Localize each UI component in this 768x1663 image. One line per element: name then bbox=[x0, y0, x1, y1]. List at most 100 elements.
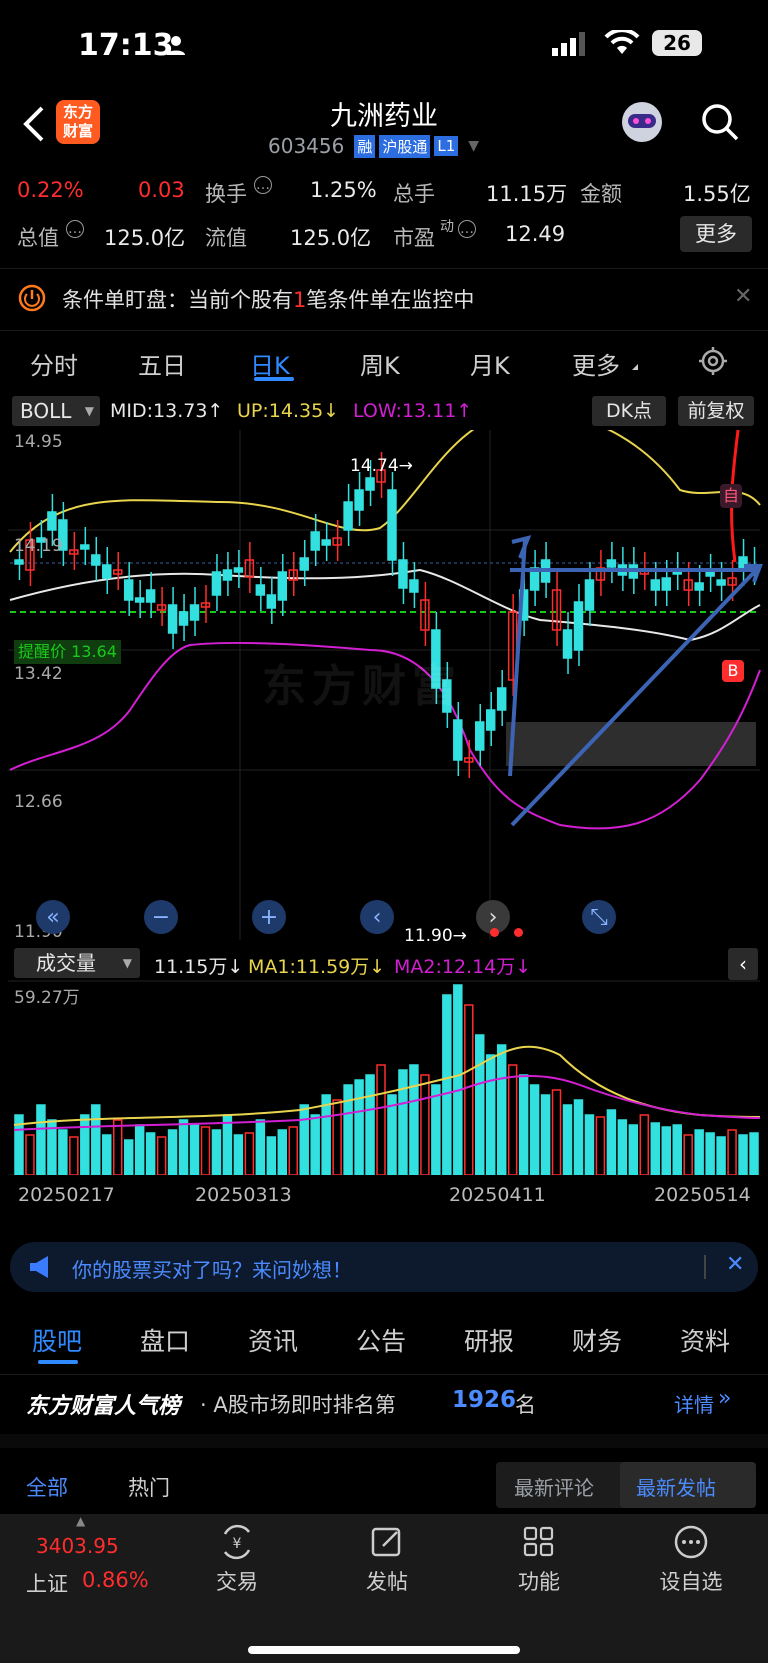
candle-body bbox=[255, 584, 266, 596]
dk-point-button[interactable]: DK点 bbox=[592, 396, 666, 426]
tab-financials[interactable]: 财务 bbox=[572, 1322, 622, 1358]
fullscreen-icon[interactable]: ⤡ bbox=[582, 900, 616, 934]
volume-bar bbox=[288, 1126, 298, 1175]
index-change: 0.86% bbox=[82, 1568, 149, 1592]
volume-bar bbox=[507, 1064, 518, 1175]
volume-bar bbox=[442, 994, 452, 1175]
volume-bar bbox=[145, 1132, 156, 1175]
tab-more[interactable]: 更多 bbox=[572, 346, 620, 381]
tab-weekly-k[interactable]: 周K bbox=[360, 346, 400, 381]
scroll-left-fast-icon[interactable]: « bbox=[36, 900, 70, 934]
candle-body bbox=[145, 589, 156, 603]
double-chevron-right-icon: » bbox=[718, 1386, 732, 1411]
info-icon[interactable]: … bbox=[254, 176, 272, 194]
dropdown-icon: ▼ bbox=[122, 956, 132, 970]
indicator-name: BOLL bbox=[20, 399, 72, 423]
promo-banner[interactable]: 你的股票买对了吗？来问妙想！ ✕ bbox=[10, 1242, 758, 1292]
info-icon[interactable]: … bbox=[458, 220, 476, 238]
tab-intraday[interactable]: 分时 bbox=[30, 346, 78, 381]
reminder-price-tag[interactable]: 提醒价 13.64 bbox=[14, 640, 121, 664]
volume-bar bbox=[376, 1064, 386, 1175]
volume-bar bbox=[464, 1004, 474, 1175]
scroll-left-icon[interactable]: ‹ bbox=[360, 900, 394, 934]
date-axis-label: 20250514 bbox=[654, 1184, 751, 1206]
zoom-out-icon[interactable]: − bbox=[144, 900, 178, 934]
alert-count: 1 bbox=[293, 288, 307, 312]
stock-code-row[interactable]: 603456 融 沪股通 L1 ▼ bbox=[268, 134, 479, 158]
volume-bar bbox=[354, 1079, 364, 1175]
volume-bar bbox=[222, 1114, 233, 1175]
tab-research[interactable]: 研报 bbox=[464, 1322, 514, 1358]
adjust-button[interactable]: 前复权 bbox=[678, 396, 754, 426]
tab-order-book[interactable]: 盘口 bbox=[140, 1322, 190, 1358]
search-icon[interactable] bbox=[700, 102, 740, 142]
index-value[interactable]: 3403.95 bbox=[36, 1534, 119, 1558]
tab-profile[interactable]: 资料 bbox=[680, 1322, 730, 1358]
tab-forum[interactable]: 股吧 bbox=[32, 1322, 82, 1358]
float-label: 流值 bbox=[205, 226, 247, 250]
volume-label: 总手 bbox=[393, 182, 435, 206]
volume-bar bbox=[25, 1134, 35, 1175]
filter-hot[interactable]: 热门 bbox=[128, 1472, 170, 1502]
nav-functions-label: 功能 bbox=[518, 1570, 560, 1594]
ranking-detail-link[interactable]: 详情 bbox=[674, 1389, 714, 1418]
tab-daily-k[interactable]: 日K bbox=[250, 346, 290, 381]
price-zone bbox=[506, 722, 756, 766]
page-dot bbox=[490, 928, 499, 937]
close-icon[interactable]: ✕ bbox=[726, 1252, 744, 1277]
zoom-in-icon[interactable]: + bbox=[252, 900, 286, 934]
connect-tag: 沪股通 bbox=[379, 134, 431, 158]
candle-body bbox=[102, 564, 112, 579]
close-icon[interactable]: ✕ bbox=[734, 284, 752, 309]
divider bbox=[704, 1255, 706, 1279]
volume-bar bbox=[398, 1069, 408, 1175]
volume-bar bbox=[277, 1129, 288, 1175]
ranking-brand: 东方财富人气榜 bbox=[26, 1394, 181, 1419]
popularity-ranking[interactable]: 东方财富人气榜 · A股市场即时排名第 1926 名 详情 » bbox=[0, 1380, 768, 1424]
volume-selector[interactable]: 成交量 ▼ bbox=[14, 948, 140, 978]
nav-trade[interactable]: ¥ 交易 bbox=[182, 1524, 292, 1596]
indicator-selector[interactable]: BOLL ▼ bbox=[12, 396, 100, 426]
filter-all[interactable]: 全部 bbox=[26, 1472, 68, 1502]
date-axis-label: 20250217 bbox=[18, 1184, 115, 1206]
volume-chart[interactable] bbox=[0, 975, 768, 1175]
status-bar: 17:13 26 bbox=[0, 0, 768, 90]
nav-functions[interactable]: 功能 bbox=[484, 1524, 594, 1596]
nav-post-label: 发帖 bbox=[366, 1570, 408, 1594]
settings-icon[interactable] bbox=[698, 346, 728, 376]
candle-body bbox=[365, 477, 375, 491]
info-icon[interactable]: … bbox=[66, 220, 84, 238]
more-button[interactable]: 更多 bbox=[680, 216, 752, 252]
nav-post[interactable]: 发帖 bbox=[332, 1524, 442, 1596]
volume-bar bbox=[727, 1129, 737, 1175]
candle-body bbox=[453, 719, 463, 761]
date-axis-label: 20250313 bbox=[195, 1184, 292, 1206]
change-amount: 0.03 bbox=[138, 178, 185, 202]
sort-latest-post[interactable]: 最新发帖 bbox=[636, 1472, 716, 1501]
volume-bar bbox=[496, 1044, 507, 1175]
volume-bar bbox=[58, 1129, 68, 1175]
volume-bar bbox=[475, 1034, 485, 1175]
boll-mid-band bbox=[9, 568, 761, 642]
tab-announcements[interactable]: 公告 bbox=[356, 1322, 406, 1358]
candle-body bbox=[354, 489, 364, 511]
boll-up-band bbox=[9, 430, 761, 553]
tab-news[interactable]: 资讯 bbox=[248, 1322, 298, 1358]
buy-badge[interactable]: B bbox=[722, 660, 744, 682]
tab-five-day[interactable]: 五日 bbox=[138, 346, 186, 381]
person-icon bbox=[167, 36, 185, 55]
volume-bar bbox=[102, 1134, 112, 1175]
change-percent: 0.22% bbox=[17, 178, 84, 202]
volume-bar bbox=[562, 1104, 573, 1175]
condition-order-alert[interactable]: 条件单盯盘：当前个股有1笔条件单在监控中 ✕ bbox=[0, 278, 768, 318]
volume-bar bbox=[244, 1132, 255, 1175]
tab-monthly-k[interactable]: 月K bbox=[470, 346, 510, 381]
self-badge[interactable]: 自 bbox=[720, 484, 742, 508]
robot-assistant-icon[interactable] bbox=[622, 102, 662, 142]
svg-text:¥: ¥ bbox=[233, 1536, 242, 1552]
nav-add-watchlist[interactable]: 设自选 bbox=[636, 1524, 746, 1596]
pe-value: 12.49 bbox=[505, 222, 566, 246]
candle-body bbox=[91, 554, 101, 566]
volume-bar bbox=[738, 1134, 748, 1175]
sort-latest-comment[interactable]: 最新评论 bbox=[514, 1472, 594, 1501]
